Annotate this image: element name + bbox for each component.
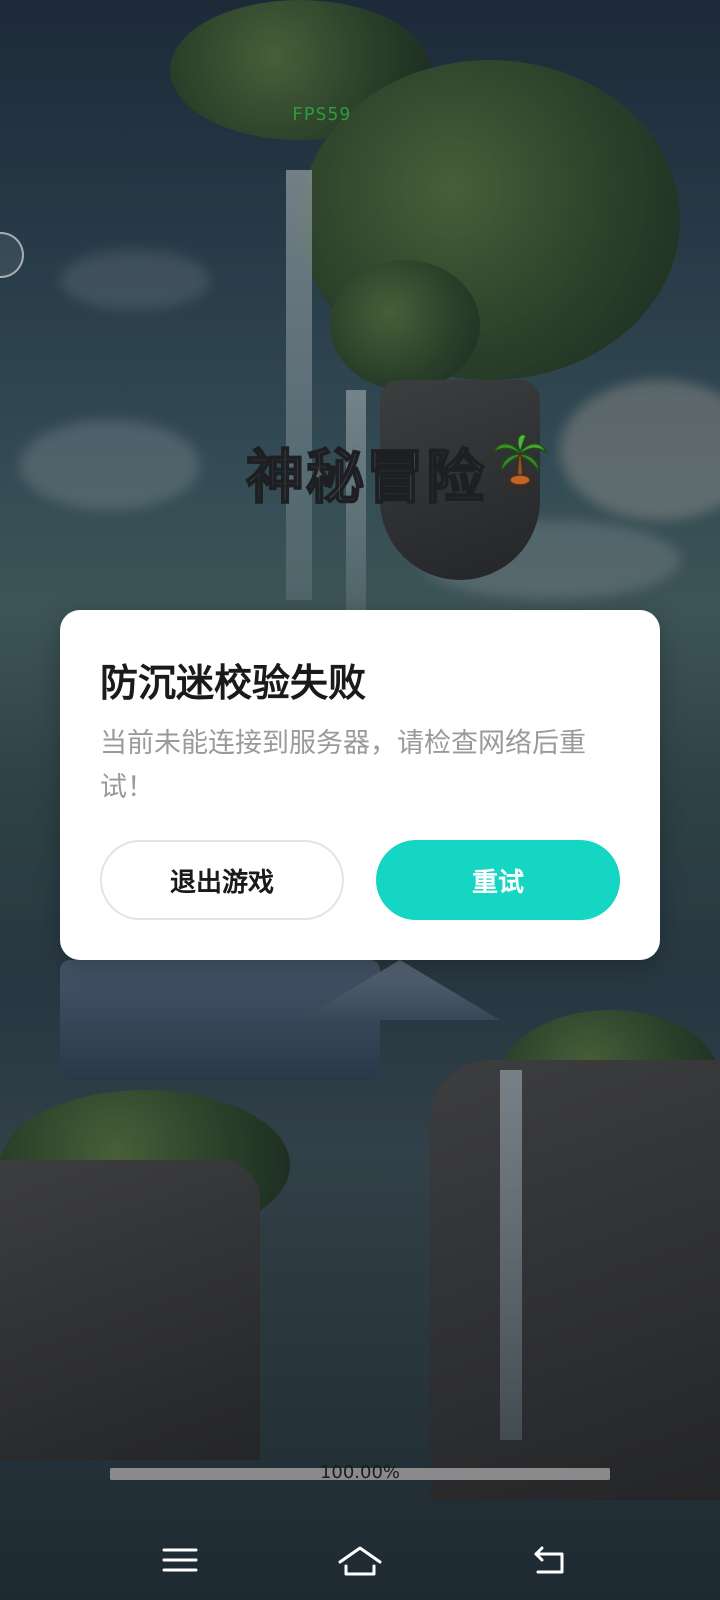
loading-progress-text: 100.00% [319,1462,401,1483]
dialog-message: 当前未能连接到服务器，请检查网络后重试！ [100,728,586,803]
retry-button[interactable]: 重试 [376,840,620,920]
system-navigation-bar [0,1510,720,1600]
menu-icon[interactable] [160,1540,200,1580]
game-screen: FPS59 神秘冒险 防沉迷校验失败 当前未能连接到服务器，请检查网络后重试！ … [0,0,720,1600]
dialog-title: 防沉迷校验失败 [100,661,367,705]
game-title: 神秘冒险 [245,442,487,512]
home-icon[interactable] [336,1540,384,1580]
exit-game-button[interactable]: 退出游戏 [100,840,344,920]
anti-addiction-dialog: 防沉迷校验失败 当前未能连接到服务器，请检查网络后重试！ 退出游戏 重试 [60,610,660,960]
palm-tree-icon [492,433,548,486]
back-icon[interactable] [530,1540,570,1580]
fps-counter: FPS59 [292,104,352,125]
